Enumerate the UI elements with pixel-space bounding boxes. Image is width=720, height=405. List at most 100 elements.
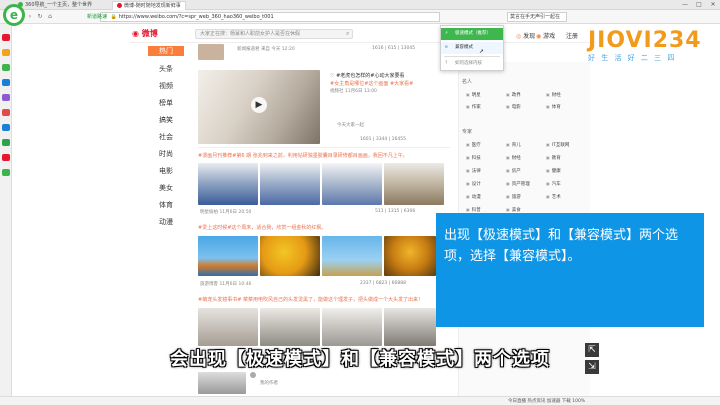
weibo-discover-link[interactable]: ◎ 发现	[516, 31, 535, 40]
expert-item[interactable]: 财经	[506, 155, 521, 161]
avatar[interactable]	[250, 372, 256, 378]
nav-ranking[interactable]: 榜单	[148, 97, 184, 110]
post-actions[interactable]: 2337 | 6823 | 66888	[360, 281, 406, 286]
nav-hot[interactable]: 热门	[148, 46, 184, 56]
search-icon[interactable]: ⌕	[346, 30, 349, 38]
post-image[interactable]	[322, 308, 382, 346]
post-actions[interactable]: 1601 | 3344 | 16455	[360, 137, 406, 142]
post-meta: 今天大家一起	[337, 123, 364, 128]
lock-icon: 🔒	[110, 14, 117, 20]
sidebar-app-icon[interactable]	[2, 139, 10, 146]
expert-item[interactable]: 动漫	[466, 194, 481, 200]
post-image[interactable]	[198, 236, 258, 276]
browser-search-input[interactable]: 莫言在手无声引一起在	[507, 12, 567, 22]
post-actions[interactable]: 511 | 1315 | 6306	[375, 209, 415, 214]
nav-sports[interactable]: 体育	[148, 199, 184, 212]
nav-anime[interactable]: 动漫	[148, 216, 184, 229]
sidebar-app-icon[interactable]	[2, 124, 10, 131]
expert-header: 专家	[462, 129, 473, 135]
expert-item[interactable]: 教育	[546, 155, 561, 161]
sidebar-app-icon[interactable]	[2, 154, 10, 161]
ie-icon: e	[445, 45, 448, 50]
post-image[interactable]	[198, 163, 258, 205]
nav-movie[interactable]: 电影	[148, 165, 184, 178]
dropdown-item-compat-mode[interactable]: e 兼容模式	[441, 42, 503, 54]
minimize-button[interactable]: —	[678, 0, 692, 10]
expert-item[interactable]: 房产	[506, 168, 521, 174]
weibo-logo-text: 微博	[141, 29, 158, 38]
expert-item[interactable]: 法律	[466, 168, 481, 174]
famous-item[interactable]: 政界	[506, 92, 521, 98]
sidebar-app-icon[interactable]	[2, 64, 10, 71]
address-bar[interactable]: ⚡ 🔒 https://www.weibo.com/?c=spr_web_360_h…	[100, 12, 440, 22]
post-image[interactable]	[322, 163, 382, 205]
post-image[interactable]	[384, 308, 436, 346]
expert-item[interactable]: 育儿	[506, 142, 521, 148]
nav-fashion[interactable]: 时尚	[148, 148, 184, 161]
post-author[interactable]: 明星偷拍 11月6日 20:50	[200, 209, 251, 215]
weibo-icon	[117, 3, 122, 8]
dropdown-item-speed-mode[interactable]: ⚡ 极速模式（推荐）	[441, 28, 503, 40]
expert-item[interactable]: 科技	[466, 155, 481, 161]
title-bar	[0, 0, 720, 10]
expert-item[interactable]: 汽车	[546, 181, 561, 187]
post-image[interactable]	[384, 163, 444, 205]
weibo-game-link[interactable]: ◉ 游戏	[536, 31, 555, 40]
refresh-icon[interactable]: ↻	[36, 13, 44, 21]
post-image[interactable]	[198, 372, 246, 394]
status-bar-items[interactable]: 今日直播 热点资讯 加速器 下载 100%	[508, 397, 585, 405]
expert-item[interactable]: 艺术	[546, 194, 561, 200]
dropdown-divider	[444, 56, 500, 57]
post-image[interactable]	[260, 236, 320, 276]
close-button[interactable]: ✕	[706, 0, 720, 10]
dropdown-item-how-to-choose[interactable]: ? 如何选择内核	[441, 58, 503, 70]
famous-header: 名人	[462, 79, 473, 85]
nav-video[interactable]: 视频	[148, 80, 184, 93]
post-image[interactable]	[322, 236, 382, 276]
play-icon[interactable]: ▶	[251, 97, 267, 113]
nav-funny[interactable]: 搞笑	[148, 114, 184, 127]
post-image[interactable]	[198, 44, 224, 60]
expert-item[interactable]: 设计	[466, 181, 481, 187]
post-image[interactable]	[260, 163, 320, 205]
tab-label: 360导航_一个主页，整个世界	[25, 2, 93, 8]
famous-item[interactable]: 电影	[506, 104, 521, 110]
expert-item[interactable]: 医疗	[466, 142, 481, 148]
post-author[interactable]: 旅游博客 11月6日 10:46	[200, 281, 251, 287]
post-image[interactable]	[198, 308, 258, 346]
expert-item[interactable]: 资产管理	[506, 181, 530, 187]
maximize-button[interactable]: □	[692, 0, 706, 10]
weibo-register-link[interactable]: 注册	[566, 31, 578, 40]
sidebar-app-icon[interactable]	[2, 169, 10, 176]
expert-item[interactable]: IT互联网	[546, 142, 570, 148]
sidebar-app-icon[interactable]	[2, 79, 10, 86]
nav-headline[interactable]: 头条	[148, 63, 184, 76]
famous-item[interactable]: 明星	[466, 92, 481, 98]
home-icon[interactable]: ⌂	[46, 13, 54, 21]
sidebar-app-icon[interactable]	[2, 49, 10, 56]
tab-360-nav[interactable]: 360导航_一个主页，整个世界	[14, 1, 96, 10]
post-image[interactable]	[260, 308, 320, 346]
expert-item[interactable]: 旅游	[506, 194, 521, 200]
sidebar-app-icon[interactable]	[2, 109, 10, 116]
post-actions[interactable]: 1616 | 615 | 13045	[372, 46, 415, 51]
post-author[interactable]: 我的作者	[260, 380, 278, 386]
expert-item[interactable]: 健康	[546, 168, 561, 174]
lightning-icon: ⚡	[445, 31, 449, 36]
forward-icon[interactable]: ›	[26, 13, 34, 21]
instruction-callout: 出现【极速模式】和【兼容模式】两个选项，选择【兼容模式】。	[436, 213, 704, 327]
tab-weibo[interactable]: 微博-随时随地发现新鲜事	[112, 1, 186, 10]
sidebar-app-icon[interactable]	[2, 94, 10, 101]
post-image[interactable]	[384, 236, 436, 276]
weibo-sidebar-icon[interactable]	[2, 34, 10, 41]
nav-society[interactable]: 社会	[148, 131, 184, 144]
post-text: #萌宠头发镜事书# 菜菜用电吹风自己的头发烫黑了，能做这个理发子，把头做成一个大…	[198, 297, 423, 303]
help-icon: ?	[445, 61, 448, 66]
weibo-search-input[interactable]: 大家正在搜：杨幂和人职前女护人是否在休假	[195, 29, 353, 39]
famous-item[interactable]: 财经	[546, 92, 561, 98]
post-author[interactable]: 新闻报道君 来自 今天 12:20	[237, 46, 295, 52]
famous-item[interactable]: 作家	[466, 104, 481, 110]
famous-item[interactable]: 体育	[546, 104, 561, 110]
weibo-logo[interactable]: ◉ 微博	[132, 28, 158, 39]
nav-beauty[interactable]: 美女	[148, 182, 184, 195]
